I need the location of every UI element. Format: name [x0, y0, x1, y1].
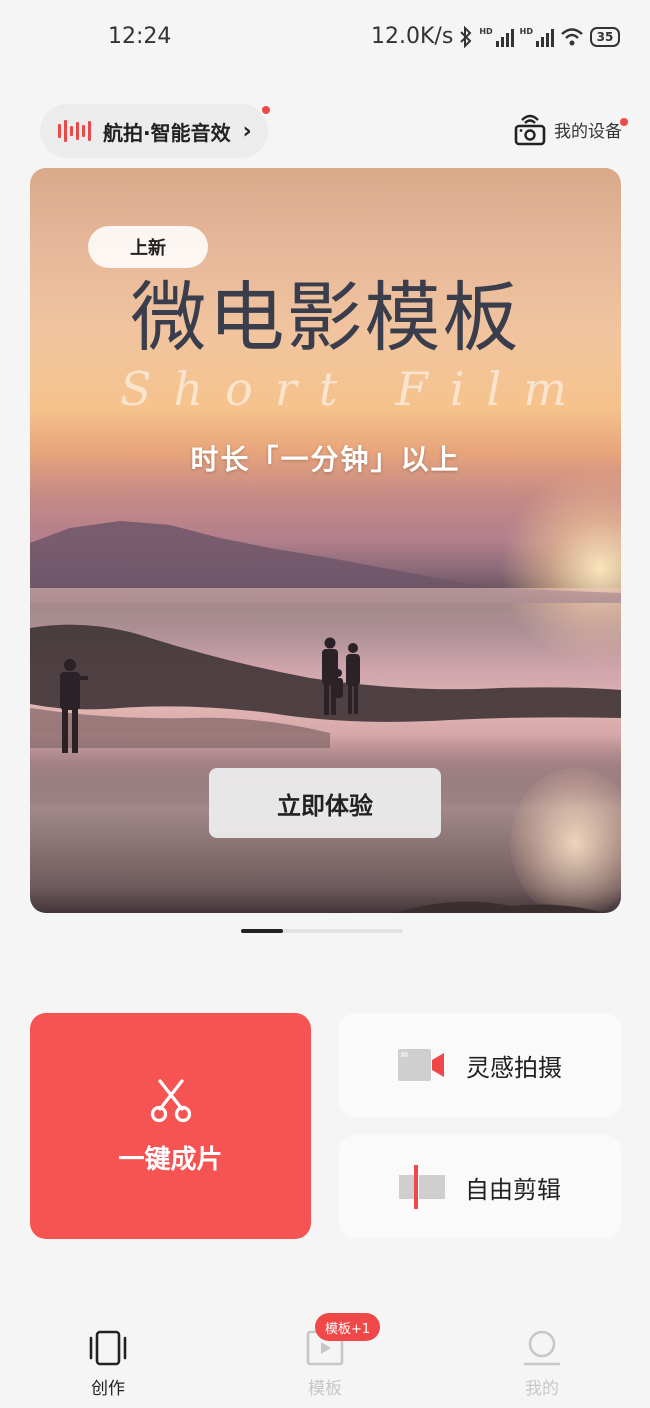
create-tab-icon	[89, 1330, 127, 1366]
camera-device-icon	[514, 114, 546, 146]
status-indicators: 12.0K/s HD HD 35	[371, 24, 620, 49]
video-camera-icon	[398, 1049, 444, 1081]
notification-dot	[261, 106, 270, 114]
timeline-edit-icon	[399, 1165, 445, 1209]
banner-script-text: Short Film	[120, 362, 589, 416]
try-now-button[interactable]: 立即体验	[209, 768, 441, 838]
signal-2-icon: HD	[520, 27, 554, 47]
free-edit-button[interactable]: 自由剪辑	[339, 1135, 621, 1239]
scissors-icon	[150, 1078, 191, 1122]
network-speed: 12.0K/s	[371, 24, 454, 49]
banner-subtitle: 时长「一分钟」以上	[190, 443, 461, 476]
sound-wave-icon	[58, 120, 91, 142]
template-badge: 模板+1	[315, 1313, 381, 1341]
tab-mine[interactable]: 我的	[492, 1330, 592, 1399]
wifi-icon	[561, 27, 583, 45]
tab-create-label: 创作	[91, 1379, 125, 1399]
notification-dot	[620, 118, 628, 126]
profile-tab-icon	[523, 1330, 561, 1366]
status-bar: 12:24 12.0K/s HD HD 35	[0, 0, 650, 76]
chevron-right-icon: ›	[242, 118, 252, 144]
signal-2-hd-tag: HD	[519, 26, 533, 36]
quick-create-label: 一键成片	[118, 1144, 223, 1175]
free-edit-label: 自由剪辑	[465, 1175, 561, 1204]
my-device-button[interactable]: 我的设备	[514, 112, 628, 146]
tab-create[interactable]: 创作	[58, 1330, 158, 1399]
my-device-label: 我的设备	[554, 121, 622, 142]
inspiration-shoot-label: 灵感拍摄	[466, 1053, 562, 1082]
bottom-tab-bar: 创作 模板 模板+1 我的	[0, 1300, 650, 1408]
tab-template-label: 模板	[308, 1379, 342, 1399]
quick-create-button[interactable]: 一键成片	[30, 1013, 311, 1239]
inspiration-shoot-button[interactable]: 灵感拍摄	[339, 1013, 621, 1117]
bluetooth-icon	[460, 25, 472, 48]
new-badge: 上新	[88, 226, 208, 268]
banner-title: 微电影模板	[130, 273, 521, 362]
tab-mine-label: 我的	[525, 1379, 559, 1399]
signal-1-icon: HD	[479, 26, 514, 47]
battery-icon: 35	[590, 26, 620, 47]
banner-pager	[241, 929, 403, 933]
pager-active-indicator	[241, 929, 283, 933]
smart-sound-effect-label: 航拍·智能音效	[103, 120, 231, 145]
top-row: 航拍·智能音效 › 我的设备	[0, 104, 650, 158]
status-time: 12:24	[108, 24, 172, 49]
signal-1-hd-tag: HD	[479, 26, 493, 36]
smart-sound-effect-button[interactable]: 航拍·智能音效 ›	[40, 104, 270, 158]
